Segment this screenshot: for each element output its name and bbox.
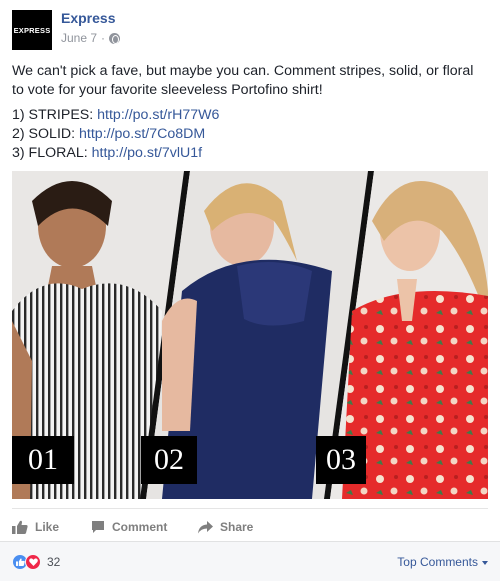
like-button[interactable]: Like [12,517,59,537]
reaction-summary[interactable]: 32 [12,554,60,570]
option-label: 3) FLORAL: [12,145,92,161]
page-name-link[interactable]: Express [61,10,115,26]
panel-number-03: 03 [316,436,366,484]
share-button[interactable]: Share [198,517,253,537]
meta-separator: · [101,31,106,45]
action-divider [12,508,488,509]
like-label: Like [35,520,60,534]
panel-number-01: 01 [12,436,74,484]
top-comments-dropdown[interactable]: Top Comments [397,555,488,569]
page-avatar[interactable]: EXPRESS [12,10,52,50]
share-label: Share [220,520,254,534]
option-label: 1) STRIPES: [12,107,98,123]
panel-number-label: 03 [326,443,356,476]
reaction-count: 32 [47,555,61,569]
globe-icon[interactable] [109,32,121,44]
reactions-bar: 32 Top Comments [0,541,500,581]
post-photo[interactable] [12,171,488,499]
love-reaction-icon [25,554,41,570]
post-body-text: We can't pick a fave, but maybe you can.… [12,63,474,98]
top-comments-label: Top Comments [397,555,478,569]
post-date[interactable]: June 7 [61,31,97,45]
comment-label: Comment [112,520,168,534]
chevron-down-icon [482,560,488,565]
panel-number-label: 01 [28,443,58,476]
share-arrow-icon [198,520,213,533]
option-floral: 3) FLORAL: http://po.st/7vlU1f [12,144,219,163]
post-card: EXPRESS Express June 7 · We can't pick a… [0,0,500,581]
panel-number-label: 02 [154,443,184,476]
option-label: 2) SOLID: [12,126,80,142]
option-solid: 2) SOLID: http://po.st/7Co8DM [12,125,219,144]
option-link[interactable]: http://po.st/7vlU1f [92,145,202,161]
thumbs-up-icon [12,520,28,534]
vote-options: 1) STRIPES: http://po.st/rH77W6 2) SOLID… [12,106,219,163]
comment-icon [92,521,104,533]
option-stripes: 1) STRIPES: http://po.st/rH77W6 [12,106,219,125]
option-link[interactable]: http://po.st/rH77W6 [97,107,219,123]
avatar-logo-text: EXPRESS [13,25,51,35]
option-link[interactable]: http://po.st/7Co8DM [79,126,205,142]
post-meta: June 7 · [61,31,121,45]
comment-button[interactable]: Comment [91,517,167,537]
panel-number-02: 02 [141,436,197,484]
